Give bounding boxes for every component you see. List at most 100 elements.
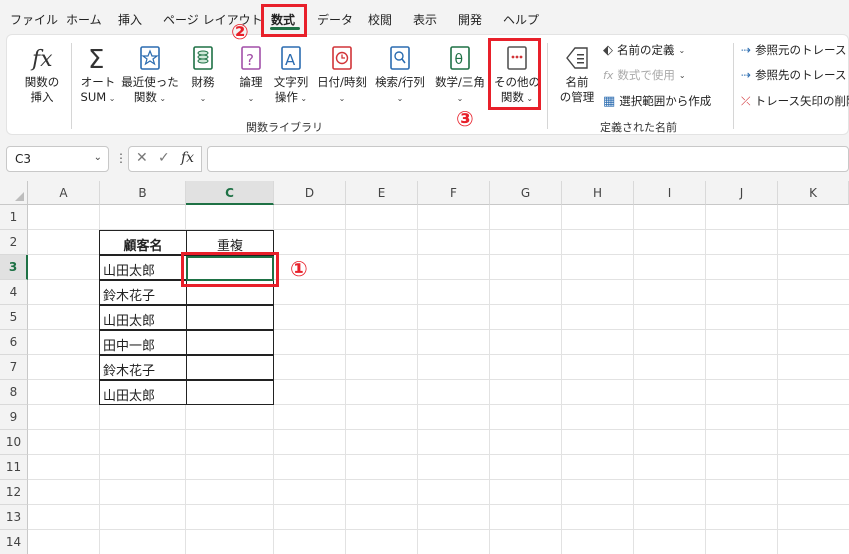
row-header-10[interactable]: 10 [0,430,28,455]
lookup-label: 検索/行列 [375,75,425,89]
row-header-3[interactable]: 3 [0,255,28,280]
tab-data[interactable]: データ [317,11,353,28]
column-header-j[interactable]: J [706,181,778,205]
row-header-12[interactable]: 12 [0,480,28,505]
tab-help[interactable]: ヘルプ [503,11,539,28]
chevron-down-icon[interactable]: ⌄ [94,152,102,163]
more-options-icon[interactable]: ⋮ [115,151,127,165]
cell-b3[interactable]: 山田太郎 [99,255,187,280]
insert-function-icon[interactable]: fx [181,150,194,166]
gridline [28,529,849,530]
cell-c8[interactable] [186,380,274,405]
tab-developer[interactable]: 開発 [458,11,482,28]
tab-home[interactable]: ホーム [66,11,102,28]
cell-b7[interactable]: 鈴木花子 [99,355,187,380]
row-header-13[interactable]: 13 [0,505,28,530]
financial-button[interactable]: 財務 ⌄ [183,43,223,106]
chevron-down-icon: ⌄ [678,70,686,80]
datetime-button[interactable]: 日付/時刻 ⌄ [313,43,371,106]
column-header-h[interactable]: H [562,181,634,205]
name-box[interactable]: C3 ⌄ [6,146,109,172]
cell-b8[interactable]: 山田太郎 [99,380,187,405]
trace-precedents-button[interactable]: ⇢ 参照元のトレース [741,42,847,58]
chevron-down-icon: ⌄ [297,94,308,103]
lookup-button[interactable]: 検索/行列 ⌄ [371,43,429,106]
coins-book-icon [193,46,213,70]
cell-c6[interactable] [186,330,274,355]
cancel-icon[interactable]: ✕ [136,150,148,166]
trace-precedents-label: 参照元のトレース [755,43,847,57]
datetime-label: 日付/時刻 [317,75,367,89]
column-header-f[interactable]: F [418,181,490,205]
row-header-7[interactable]: 7 [0,355,28,380]
row-header-4[interactable]: 4 [0,280,28,305]
name-manager-button[interactable]: 名前 の管理 [555,43,599,105]
tab-insert[interactable]: 挿入 [118,11,142,28]
enter-icon[interactable]: ✓ [158,150,170,166]
row-header-8[interactable]: 8 [0,380,28,405]
question-book-icon: ? [241,46,261,70]
separator [71,43,72,129]
row-header-2[interactable]: 2 [0,230,28,255]
cell-b6[interactable]: 田中一郎 [99,330,187,355]
cell-c5[interactable] [186,305,274,330]
gridline [28,504,849,505]
insert-function-button[interactable]: fx 関数の 挿入 [19,43,65,105]
name-manager-label-1: 名前 [565,75,589,89]
cell-b4[interactable]: 鈴木花子 [99,280,187,305]
function-icon: fx [30,47,53,72]
cell-c7[interactable] [186,355,274,380]
column-header-i[interactable]: I [634,181,706,205]
tag-icon: ⬖ [603,42,613,58]
trace-dependents-button[interactable]: ⇢ 参照先のトレース [741,67,847,83]
magnifier-book-icon [390,46,410,70]
tab-review[interactable]: 校閲 [368,11,392,28]
column-header-c[interactable]: C [186,181,274,205]
use-in-formula-button[interactable]: fx 数式で使用 ⌄ [603,67,686,83]
row-header-9[interactable]: 9 [0,405,28,430]
row-header-11[interactable]: 11 [0,455,28,480]
cell-b5[interactable]: 山田太郎 [99,305,187,330]
column-header-k[interactable]: K [778,181,849,205]
chevron-down-icon: ⌄ [678,45,686,55]
svg-text:θ: θ [455,52,464,68]
row-header-14[interactable]: 14 [0,530,28,554]
math-button[interactable]: θ 数学/三角 ⌄ [431,43,489,106]
cell-b2[interactable]: 顧客名 [99,230,187,255]
sigma-icon: Σ [88,45,104,73]
row-header-6[interactable]: 6 [0,330,28,355]
column-header-b[interactable]: B [100,181,186,205]
financial-label: 財務 [191,75,215,89]
column-header-g[interactable]: G [490,181,562,205]
use-in-formula-label: 数式で使用 [617,68,675,82]
svg-text:A: A [285,51,296,69]
text-functions-button[interactable]: A 文字列 操作 ⌄ [267,43,315,106]
create-from-selection-label: 選択範囲から作成 [619,94,712,108]
text-label-1: 文字列 [273,75,309,89]
select-all-button[interactable] [0,181,28,205]
column-header-a[interactable]: A [28,181,100,205]
menu-bar: ファイル ホーム 挿入 ページ レイアウト 数式 データ 校閲 表示 開発 ヘル… [0,0,849,36]
recent-label-1: 最近使った [121,75,179,89]
define-name-button[interactable]: ⬖ 名前の定義 ⌄ [603,42,685,58]
separator [733,43,734,129]
remove-arrows-button[interactable]: ⤫ トレース矢印の削除 [741,93,849,109]
ribbon: fx 関数の 挿入 Σ オート SUM ⌄ 最近使った 関数 ⌄ 財務 ⌄ ? … [6,34,849,135]
tab-view[interactable]: 表示 [413,11,437,28]
defined-names-group-label: 定義された名前 [600,121,677,134]
logical-button[interactable]: ? 論理 ⌄ [231,43,271,106]
create-from-selection-button[interactable]: ▦ 選択範囲から作成 [603,93,711,109]
column-header-e[interactable]: E [346,181,418,205]
chevron-down-icon: ⌄ [199,94,207,103]
row-header-1[interactable]: 1 [0,205,28,230]
recent-functions-button[interactable]: 最近使った 関数 ⌄ [120,43,180,106]
name-box-value: C3 [15,152,32,166]
autosum-button[interactable]: Σ オート SUM ⌄ [75,43,121,106]
row-header-5[interactable]: 5 [0,305,28,330]
annotation-marker-1: ① [290,257,308,281]
fx-small-icon: fx [603,68,614,82]
formula-input[interactable] [207,146,849,172]
tab-file[interactable]: ファイル [10,11,58,28]
column-header-d[interactable]: D [274,181,346,205]
annotation-marker-3: ③ [456,107,474,131]
